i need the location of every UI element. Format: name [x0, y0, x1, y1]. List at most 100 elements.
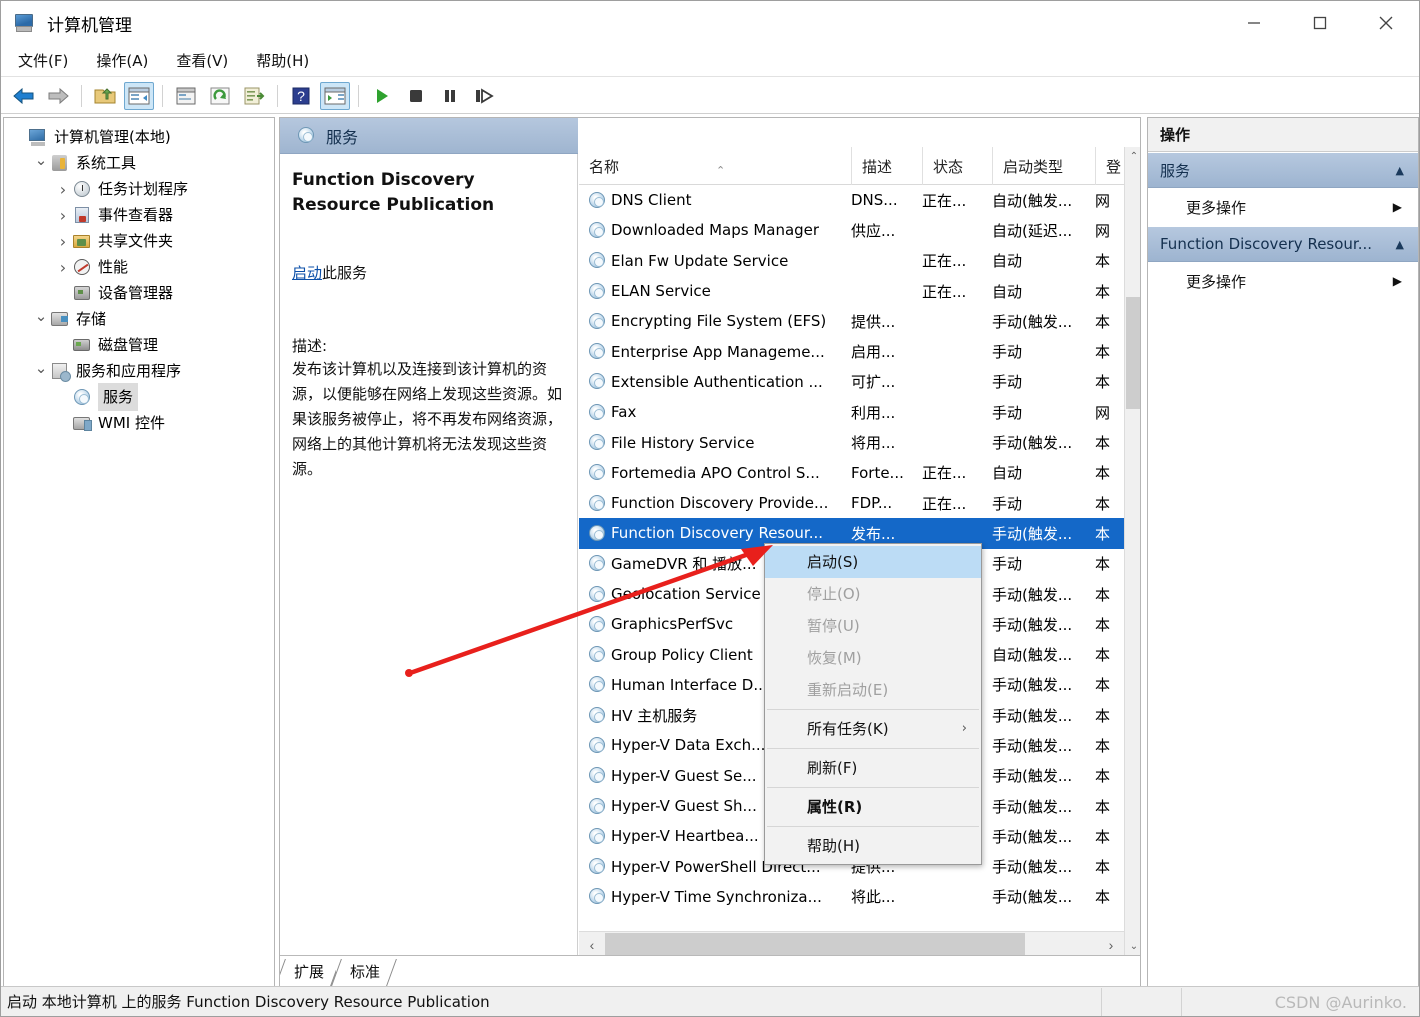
tree-node-7[interactable]: 存储 — [10, 306, 274, 332]
scroll-down-icon[interactable]: ⌄ — [1125, 937, 1140, 955]
tree-node-9[interactable]: 服务和应用程序 — [10, 358, 274, 384]
pause-service-icon[interactable] — [435, 82, 465, 110]
scroll-up-icon[interactable]: ⌃ — [1125, 147, 1140, 165]
table-row[interactable]: Enterprise App Manageme... 启用... 手动 本 — [579, 336, 1124, 366]
table-row[interactable]: Extensible Authentication ... 可扩... 手动 本 — [579, 367, 1124, 397]
show-hide-tree-icon[interactable] — [124, 81, 154, 110]
menu-view[interactable]: 查看(V) — [165, 47, 239, 74]
column-header-description[interactable]: 描述 — [851, 147, 922, 185]
column-header-status[interactable]: 状态 — [922, 147, 992, 185]
tree-node-6[interactable]: 设备管理器 — [10, 280, 274, 306]
ctx-refresh[interactable]: 刷新(F) — [765, 752, 981, 784]
service-startup-type-cell: 自动(延迟... — [992, 221, 1073, 240]
table-row[interactable]: Encrypting File System (EFS) 提供... 手动(触发..… — [579, 306, 1124, 336]
properties-icon[interactable] — [171, 82, 201, 110]
collapse-caret-icon[interactable]: ▲ — [1396, 164, 1404, 177]
refresh-icon[interactable] — [205, 82, 235, 110]
service-startup-type-cell: 自动 — [992, 464, 1023, 483]
service-gear-icon — [587, 342, 606, 361]
minimize-button[interactable] — [1221, 1, 1287, 45]
service-gear-icon — [587, 494, 606, 513]
tree-node-label: 共享文件夹 — [98, 232, 174, 250]
help-icon[interactable]: ? — [286, 82, 316, 110]
ctx-properties[interactable]: 属性(R) — [765, 791, 981, 823]
window-controls — [1221, 1, 1419, 45]
back-icon[interactable] — [9, 82, 39, 110]
collapse-caret-icon-2[interactable]: ▲ — [1396, 238, 1404, 251]
chevron-right-icon[interactable] — [54, 258, 72, 277]
service-logon-as-cell: 本 — [1095, 615, 1111, 634]
scroll-right-icon[interactable]: › — [1098, 932, 1124, 958]
service-name-label: GameDVR 和 播放... — [611, 555, 757, 574]
service-name-cell: Elan Fw Update Service — [587, 251, 788, 270]
tree-node-10[interactable]: 服务 — [10, 383, 274, 411]
service-logon-as-cell: 网 — [1095, 221, 1111, 240]
column-header-name[interactable]: 名称 ⌃ — [579, 147, 851, 185]
menu-action[interactable]: 操作(A) — [85, 47, 159, 74]
table-row[interactable]: Elan Fw Update Service 正在... 自动 本 — [579, 246, 1124, 276]
tree-node-4[interactable]: 共享文件夹 — [10, 228, 274, 254]
tree-node-5[interactable]: 性能 — [10, 254, 274, 280]
column-header-startup-type[interactable]: 启动类型 — [992, 147, 1095, 185]
table-row[interactable]: Function Discovery Provide... FDP... 正在...… — [579, 488, 1124, 518]
service-detail-panel: Function Discovery Resource Publication … — [280, 154, 578, 986]
action-group-fdrp[interactable]: Function Discovery Resour... ▲ — [1148, 226, 1418, 262]
restart-service-icon[interactable] — [469, 82, 499, 110]
column-header-logon-as[interactable]: 登 — [1095, 147, 1124, 185]
ctx-all-tasks[interactable]: 所有任务(K) › — [765, 713, 981, 745]
chevron-down-icon[interactable] — [32, 154, 50, 172]
chevron-right-icon[interactable] — [54, 206, 72, 225]
up-folder-icon[interactable] — [90, 82, 120, 110]
maximize-button[interactable] — [1287, 1, 1353, 45]
watermark: CSDN @Aurinko. — [1274, 993, 1407, 1012]
window-title: 计算机管理 — [47, 15, 132, 36]
action-more-services[interactable]: 更多操作 ▶ — [1148, 188, 1418, 226]
service-startup-type-cell: 手动(触发... — [992, 312, 1073, 331]
action-more-fdrp[interactable]: 更多操作 ▶ — [1148, 262, 1418, 300]
table-row[interactable]: Fax 利用... 手动 网 — [579, 397, 1124, 427]
tree-node-2[interactable]: 任务计划程序 — [10, 176, 274, 202]
stop-service-icon[interactable] — [401, 82, 431, 110]
service-startup-type-cell: 自动 — [992, 252, 1023, 271]
scroll-left-icon[interactable]: ‹ — [579, 932, 605, 958]
tree-node-1[interactable]: 系统工具 — [10, 150, 274, 176]
table-row[interactable]: Fortemedia APO Control S... Forte... 正在...… — [579, 458, 1124, 488]
start-service-link[interactable]: 启动 — [292, 264, 322, 282]
table-row[interactable]: Hyper-V Time Synchroniza... 将此... 手动(触发...… — [579, 882, 1124, 912]
export-list-icon[interactable] — [239, 82, 269, 110]
tab-extended[interactable]: 扩展 — [280, 959, 337, 986]
menu-separator — [767, 826, 979, 827]
chevron-down-icon[interactable] — [32, 310, 50, 328]
tree-node-11[interactable]: WMI 控件 — [10, 410, 274, 436]
service-gear-icon — [587, 857, 606, 876]
start-service-icon[interactable] — [367, 82, 397, 110]
ctx-restart-label: 重新启动(E) — [807, 681, 889, 699]
menu-help[interactable]: 帮助(H) — [245, 47, 320, 74]
action-group-services[interactable]: 服务 ▲ — [1148, 152, 1418, 188]
close-button[interactable] — [1353, 1, 1419, 45]
horizontal-scroll-thumb[interactable] — [605, 932, 1025, 957]
start-service-suffix: 此服务 — [322, 264, 368, 282]
tree-node-0[interactable]: 计算机管理(本地) — [10, 124, 274, 150]
service-gear-icon — [296, 126, 316, 146]
table-row[interactable]: DNS Client DNS... 正在... 自动(触发... 网 — [579, 185, 1124, 215]
table-row[interactable]: ELAN Service 正在... 自动 本 — [579, 276, 1124, 306]
tree-node-3[interactable]: 事件查看器 — [10, 202, 274, 228]
menu-file[interactable]: 文件(F) — [7, 47, 79, 74]
tab-standard[interactable]: 标准 — [336, 959, 393, 986]
service-name-label: DNS Client — [611, 191, 692, 210]
forward-icon[interactable] — [43, 82, 73, 110]
service-name-label: Hyper-V Guest Sh... — [611, 797, 757, 816]
show-action-pane-icon[interactable] — [320, 81, 350, 110]
services-list-horizontal-scrollbar[interactable]: ‹ › — [579, 931, 1124, 957]
services-list-vertical-scrollbar[interactable]: ⌃ ⌄ — [1124, 147, 1140, 955]
chevron-down-icon[interactable] — [32, 362, 50, 380]
ctx-help[interactable]: 帮助(H) — [765, 830, 981, 862]
table-row[interactable]: File History Service 将用... 手动(触发... 本 — [579, 427, 1124, 457]
tree-node-8[interactable]: 磁盘管理 — [10, 332, 274, 358]
chevron-right-icon[interactable] — [54, 180, 72, 199]
chevron-right-icon[interactable] — [54, 232, 72, 251]
table-row[interactable]: Downloaded Maps Manager 供应... 自动(延迟... 网 — [579, 215, 1124, 245]
ctx-start[interactable]: 启动(S) — [765, 546, 981, 578]
vertical-scroll-thumb[interactable] — [1126, 297, 1140, 409]
